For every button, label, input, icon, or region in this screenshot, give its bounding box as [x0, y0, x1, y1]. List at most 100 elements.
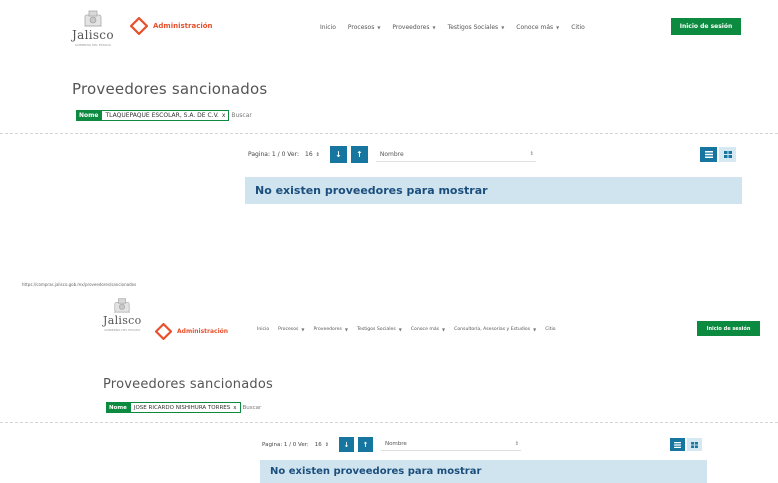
- sort-field-value: Nombre: [379, 150, 404, 158]
- search-input[interactable]: Buscar: [243, 405, 262, 411]
- admin-diamond-icon: [130, 17, 148, 35]
- chevron-down-icon: ▼: [344, 327, 348, 332]
- screenshot-frame-2: Jalisco GOBIERNO DEL ESTADO Administraci…: [0, 288, 778, 483]
- divider: [0, 133, 778, 134]
- sort-desc-button[interactable]: ↑: [350, 146, 368, 163]
- logo-text: Jalisco: [103, 314, 142, 327]
- login-button[interactable]: Inicio de sesión: [671, 18, 741, 35]
- menu-item-conoce[interactable]: Conoce más ▼: [516, 24, 559, 31]
- filter-tag: Nome: [76, 110, 102, 121]
- close-icon[interactable]: x: [222, 112, 226, 119]
- filter-tag: Nome: [106, 402, 130, 413]
- logo-subtitle: GOBIERNO DEL ESTADO: [104, 328, 141, 332]
- chevron-down-icon: ▼: [398, 327, 402, 332]
- main-menu: Inicio Procesos ▼ Proveedores ▼ Testigos S…: [257, 327, 556, 332]
- menu-item-inicio[interactable]: Inicio: [320, 24, 336, 31]
- grid-view-button[interactable]: [719, 147, 736, 162]
- list-view-icon: [674, 441, 681, 448]
- chevron-down-icon: ⇕: [315, 151, 320, 158]
- menu-label: Procesos: [278, 327, 299, 332]
- empty-notice: No existen proveedores para mostrar: [245, 177, 742, 204]
- filter-row: Nome TLAQUEPAQUE ESCOLAR, S.A. DE C.V. x…: [76, 110, 252, 121]
- filter-value: TLAQUEPAQUE ESCOLAR, S.A. DE C.V.: [105, 112, 219, 119]
- menu-label: Consultoría, Asesorías y Estudios: [454, 327, 531, 332]
- menu-label: Citio: [545, 327, 556, 332]
- menu-item-proveedores[interactable]: Proveedores ▼: [392, 24, 435, 31]
- filter-row: Nome JOSE RICARDO NISHIHURA TORRES x Bus…: [106, 402, 261, 413]
- logo-text: Jalisco: [72, 28, 114, 42]
- chevron-down-icon: ▼: [377, 25, 381, 30]
- menu-label: Testigos Sociales: [356, 327, 396, 332]
- jalisco-logo[interactable]: Jalisco GOBIERNO DEL ESTADO: [72, 8, 114, 47]
- menu-item-consultoria[interactable]: Consultoría, Asesorías y Estudios ▼: [454, 327, 536, 332]
- empty-notice: No existen proveedores para mostrar: [260, 460, 707, 483]
- menu-item-procesos[interactable]: Procesos ▼: [278, 327, 304, 332]
- menu-item-testigos[interactable]: Testigos Sociales ▼: [448, 24, 505, 31]
- admin-diamond-icon: [155, 323, 172, 340]
- chevron-down-icon: ▼: [556, 25, 560, 30]
- per-page-select[interactable]: 16 ⇕: [305, 151, 320, 158]
- menu-item-inicio[interactable]: Inicio: [257, 327, 269, 332]
- sort-field-value: Nombre: [384, 441, 407, 447]
- main-menu: Inicio Procesos ▼ Proveedores ▼ Testigos S…: [320, 24, 585, 31]
- menu-item-citio[interactable]: Citio: [545, 327, 555, 332]
- admin-label: Administración: [177, 328, 229, 335]
- sort-field-select[interactable]: Nombre ⇕: [375, 148, 536, 162]
- filter-value: JOSE RICARDO NISHIHURA TORRES: [133, 404, 231, 411]
- sort-desc-button[interactable]: ↑: [357, 437, 373, 452]
- filter-chip: JOSE RICARDO NISHIHURA TORRES x: [129, 402, 241, 413]
- jalisco-crest-icon: [82, 8, 104, 28]
- list-toolbar: Pagina: 1 / 0 Ver: 16 ⇕ ↓ ↑ Nombre ⇕: [248, 146, 536, 163]
- menu-label: Conoce más: [410, 327, 440, 332]
- menu-item-citio[interactable]: Citio: [571, 24, 585, 31]
- menu-label: Citio: [571, 24, 585, 31]
- menu-item-proveedores[interactable]: Proveedores ▼: [313, 327, 347, 332]
- chevron-down-icon: ▼: [301, 327, 305, 332]
- page-title: Proveedores sancionados: [72, 80, 268, 98]
- chevron-down-icon: ▼: [432, 25, 436, 30]
- jalisco-logo[interactable]: Jalisco GOBIERNO DEL ESTADO: [103, 296, 142, 332]
- menu-label: Inicio: [320, 24, 336, 31]
- search-input[interactable]: Buscar: [231, 112, 252, 119]
- menu-label: Conoce más: [516, 24, 554, 31]
- close-icon[interactable]: x: [233, 405, 236, 411]
- sort-asc-button[interactable]: ↓: [338, 437, 354, 452]
- admin-brand[interactable]: Administración: [155, 323, 228, 340]
- login-button[interactable]: Inicio de sesión: [697, 321, 760, 336]
- chevron-down-icon: ▼: [501, 25, 505, 30]
- menu-label: Inicio: [257, 327, 270, 332]
- menu-label: Testigos Sociales: [447, 24, 499, 31]
- menu-item-testigos[interactable]: Testigos Sociales ▼: [357, 327, 402, 332]
- jalisco-crest-icon: [112, 296, 132, 314]
- grid-view-button[interactable]: [687, 438, 702, 451]
- per-page-select[interactable]: 16 ⇕: [315, 442, 329, 448]
- menu-item-procesos[interactable]: Procesos ▼: [348, 24, 381, 31]
- admin-label: Administración: [153, 22, 213, 30]
- pagination-text: Pagina: 1 / 0 Ver:: [248, 151, 299, 158]
- url-text: https://compras.jalisco.gob.mx/proveedor…: [22, 282, 137, 287]
- pagination-text: Pagina: 1 / 0 Ver:: [262, 441, 309, 448]
- menu-item-conoce[interactable]: Conoce más ▼: [411, 327, 445, 332]
- logo-subtitle: GOBIERNO DEL ESTADO: [74, 43, 111, 47]
- grid-view-icon: [691, 441, 698, 448]
- list-toolbar: Pagina: 1 / 0 Ver: 16 ⇕ ↓ ↑ Nombre ⇕: [262, 437, 521, 452]
- filter-chip: TLAQUEPAQUE ESCOLAR, S.A. DE C.V. x: [101, 110, 230, 121]
- menu-label: Proveedores: [313, 327, 342, 332]
- menu-label: Proveedores: [392, 24, 430, 31]
- list-view-button[interactable]: [700, 147, 717, 162]
- list-view-button[interactable]: [670, 438, 685, 451]
- grid-view-icon: [723, 151, 732, 158]
- chevron-updown-icon: ⇕: [529, 151, 534, 157]
- per-page-value: 16: [305, 151, 313, 158]
- admin-brand[interactable]: Administración: [130, 17, 213, 35]
- chevron-down-icon: ▼: [533, 327, 537, 332]
- per-page-value: 16: [314, 441, 322, 448]
- chevron-down-icon: ▼: [442, 327, 446, 332]
- page-title: Proveedores sancionados: [103, 377, 273, 392]
- chevron-updown-icon: ⇕: [514, 441, 519, 447]
- list-view-icon: [704, 151, 713, 158]
- screenshot-frame-1: Jalisco GOBIERNO DEL ESTADO Administraci…: [0, 0, 778, 262]
- chevron-down-icon: ⇕: [324, 441, 329, 448]
- sort-field-select[interactable]: Nombre ⇕: [380, 438, 521, 451]
- sort-asc-button[interactable]: ↓: [329, 146, 347, 163]
